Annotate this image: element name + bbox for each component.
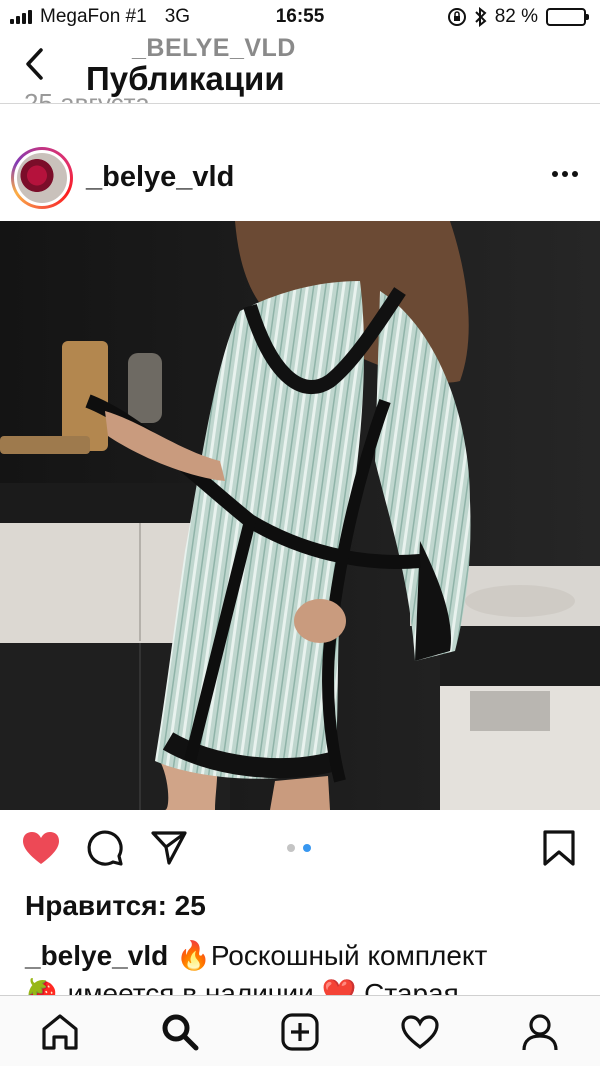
post-username[interactable]: _belye_vld <box>86 161 234 194</box>
header-subtitle: _BELYE_VLD <box>132 34 296 62</box>
more-icon[interactable] <box>552 171 578 177</box>
battery-percent: 82 % <box>494 6 538 27</box>
tab-bar <box>0 995 600 1066</box>
avatar[interactable] <box>11 147 73 209</box>
post-header: _belye_vld <box>0 135 600 221</box>
search-icon <box>162 1014 199 1051</box>
caption-text: 🔥Роскошный комплект <box>168 940 488 971</box>
share-button[interactable] <box>149 828 189 868</box>
add-icon <box>281 1013 319 1051</box>
caption-username[interactable]: _belye_vld <box>25 940 168 971</box>
like-button[interactable] <box>21 828 61 868</box>
back-icon <box>26 48 43 80</box>
nav-header: 25 августа _BELYE_VLD Публикации <box>0 34 600 104</box>
post-photo[interactable] <box>0 221 600 810</box>
tab-home[interactable] <box>38 1010 82 1054</box>
tab-activity[interactable] <box>398 1010 442 1054</box>
save-button[interactable] <box>539 828 579 868</box>
status-right: 82 % <box>447 6 589 28</box>
carousel-dot <box>287 844 295 852</box>
post-actions <box>0 818 600 880</box>
heart-icon <box>23 832 59 864</box>
tab-add[interactable] <box>278 1010 322 1054</box>
share-icon <box>151 831 187 865</box>
carousel-indicator <box>287 844 311 852</box>
comment-button[interactable] <box>85 828 125 868</box>
tab-profile[interactable] <box>518 1010 562 1054</box>
profile-icon <box>522 1014 558 1051</box>
status-bar: MegaFon #1 3G 16:55 82 % <box>0 0 600 34</box>
tab-search[interactable] <box>158 1010 202 1054</box>
activity-icon <box>401 1015 439 1050</box>
home-icon <box>42 1014 78 1050</box>
page-title: Публикации <box>86 60 285 97</box>
bluetooth-icon <box>474 7 487 27</box>
comment-icon <box>87 830 123 866</box>
orientation-lock-icon <box>447 8 466 26</box>
carousel-dot <box>303 844 311 852</box>
avatar-image <box>14 150 70 206</box>
battery-icon <box>546 8 589 26</box>
bookmark-icon <box>543 830 575 866</box>
likes-count[interactable]: Нравится: 25 <box>25 890 206 922</box>
back-button[interactable] <box>16 46 52 82</box>
photo-illustration <box>0 221 600 810</box>
post-caption: _belye_vld 🔥Роскошный комплект 🍓 имеется… <box>25 937 585 1009</box>
